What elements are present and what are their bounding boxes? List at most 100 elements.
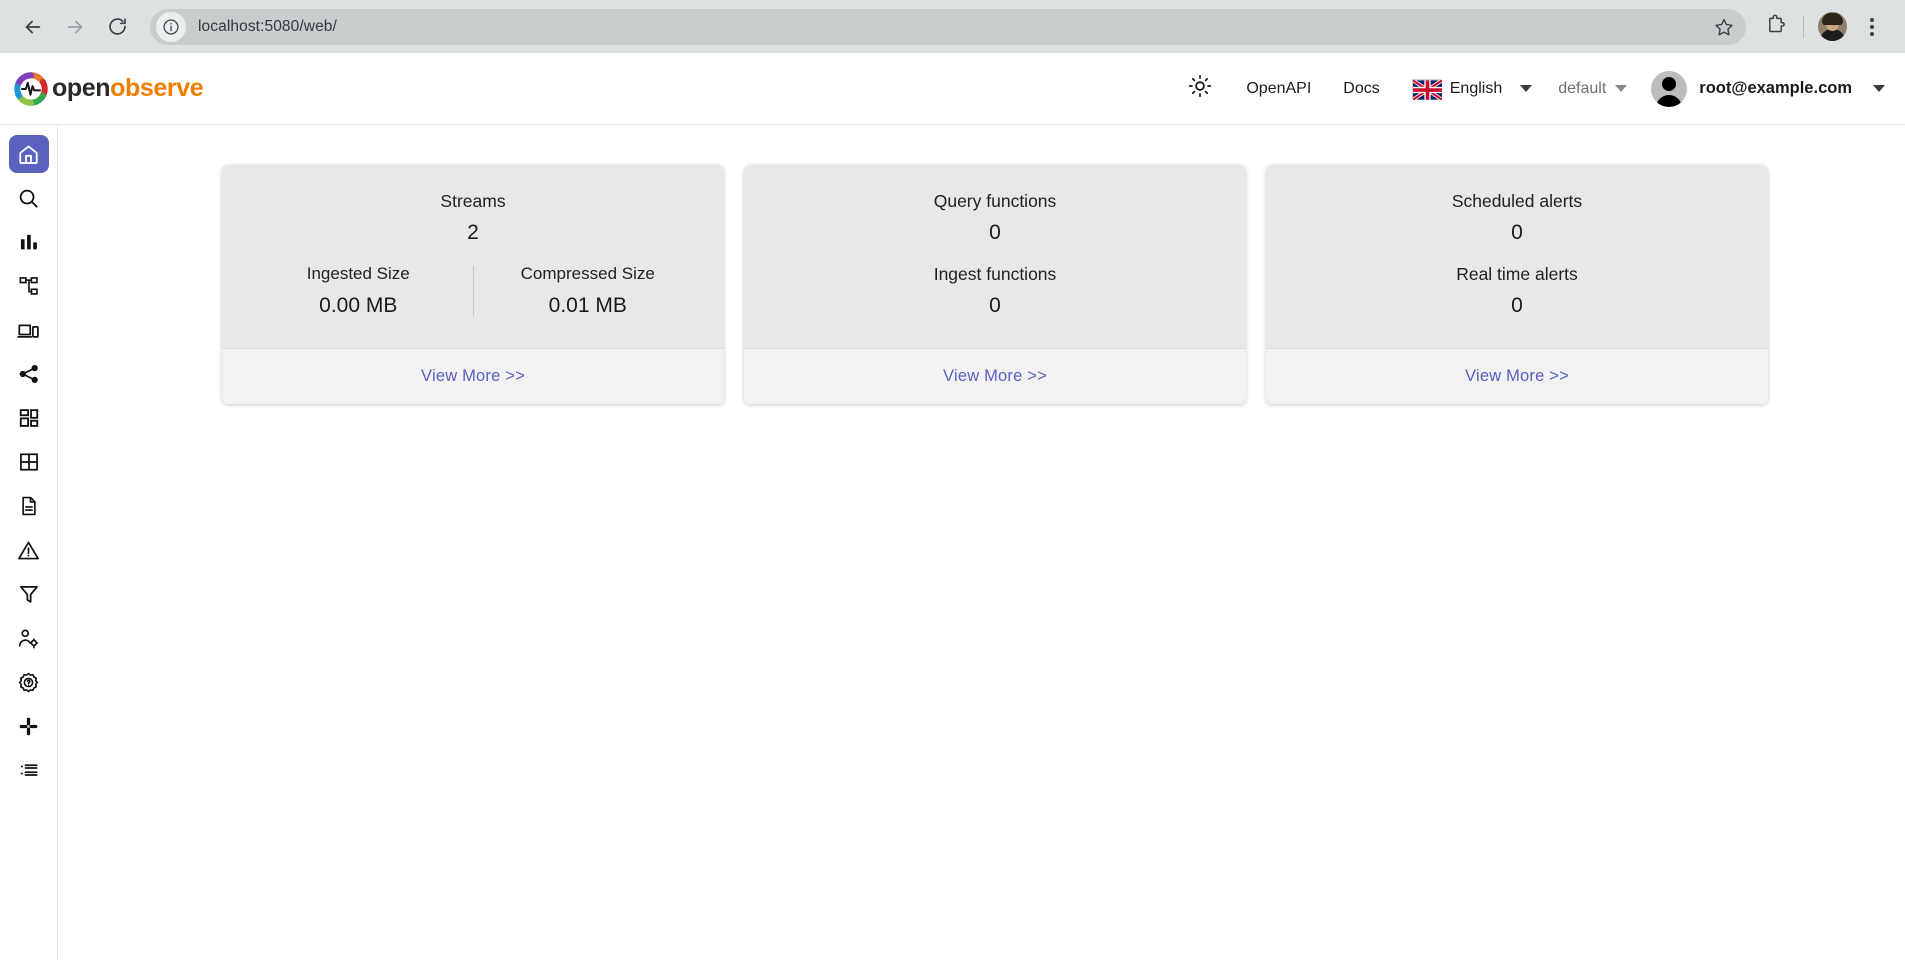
sidebar-item-about[interactable] bbox=[9, 751, 49, 789]
reload-icon bbox=[107, 16, 128, 37]
extensions-button[interactable] bbox=[1756, 8, 1794, 46]
streams-card: Streams 2 Ingested Size 0.00 MB Compress… bbox=[222, 165, 724, 404]
openobserve-logo-icon bbox=[12, 70, 50, 108]
ingested-size-block: Ingested Size 0.00 MB bbox=[244, 264, 473, 318]
theme-toggle-button[interactable] bbox=[1170, 66, 1230, 112]
sidebar bbox=[0, 125, 58, 959]
devices-icon bbox=[17, 319, 40, 342]
site-info-icon[interactable] bbox=[156, 12, 186, 42]
sidebar-item-iam[interactable] bbox=[9, 619, 49, 657]
avatar bbox=[1651, 71, 1687, 107]
card-title: Query functions bbox=[766, 191, 1224, 212]
language-label: English bbox=[1450, 80, 1502, 98]
openapi-link[interactable]: OpenAPI bbox=[1230, 66, 1327, 112]
bar-chart-icon bbox=[18, 231, 40, 253]
compressed-size-value: 0.01 MB bbox=[474, 294, 703, 318]
user-menu[interactable]: root@example.com bbox=[1633, 71, 1885, 107]
sidebar-item-traces[interactable] bbox=[9, 267, 49, 305]
sidebar-item-streams[interactable] bbox=[9, 443, 49, 481]
sun-icon bbox=[1188, 74, 1212, 103]
document-icon bbox=[18, 495, 40, 517]
user-settings-icon bbox=[17, 627, 40, 650]
forward-arrow-icon bbox=[64, 16, 86, 38]
card-metric: 2 bbox=[244, 221, 702, 245]
header-actions: OpenAPI Docs English default bbox=[1170, 66, 1885, 112]
back-arrow-icon bbox=[22, 16, 44, 38]
ingest-functions-label: Ingest functions bbox=[766, 264, 1224, 285]
ingested-size-label: Ingested Size bbox=[244, 264, 473, 284]
view-more-link[interactable]: View More >> bbox=[421, 367, 525, 386]
gear-question-icon bbox=[17, 671, 40, 694]
card-metric: 0 bbox=[766, 221, 1224, 245]
toolbar-divider bbox=[1803, 16, 1804, 38]
search-icon bbox=[17, 187, 40, 210]
sidebar-item-rum[interactable] bbox=[9, 311, 49, 349]
app-body: Streams 2 Ingested Size 0.00 MB Compress… bbox=[0, 125, 1905, 959]
sidebar-item-management[interactable] bbox=[9, 663, 49, 701]
sidebar-item-pipelines[interactable] bbox=[9, 355, 49, 393]
profile-avatar-icon bbox=[1818, 12, 1847, 41]
sidebar-item-home[interactable] bbox=[9, 135, 49, 173]
three-dot-menu-icon bbox=[1870, 18, 1874, 36]
home-icon bbox=[17, 143, 40, 166]
forward-button[interactable] bbox=[56, 8, 94, 46]
card-footer[interactable]: View More >> bbox=[744, 348, 1246, 404]
url-text[interactable]: localhost:5080/web/ bbox=[198, 18, 1706, 36]
card-body: Scheduled alerts 0 Real time alerts 0 bbox=[1266, 165, 1768, 348]
logo-text-open: open bbox=[52, 74, 110, 102]
card-split-row: Ingested Size 0.00 MB Compressed Size 0.… bbox=[244, 264, 702, 318]
card-title: Streams bbox=[244, 191, 702, 212]
logo-text-observe: observe bbox=[110, 74, 203, 102]
ingested-size-value: 0.00 MB bbox=[244, 294, 473, 318]
sidebar-item-alerts[interactable] bbox=[9, 531, 49, 569]
app-header: openobserve OpenAPI Docs bbox=[0, 53, 1905, 125]
view-more-link[interactable]: View More >> bbox=[943, 367, 1047, 386]
sidebar-item-functions[interactable] bbox=[9, 575, 49, 613]
card-body: Streams 2 Ingested Size 0.00 MB Compress… bbox=[222, 165, 724, 348]
uk-flag-icon bbox=[1412, 79, 1441, 99]
puzzle-piece-icon bbox=[1765, 14, 1786, 40]
address-bar[interactable]: localhost:5080/web/ bbox=[150, 9, 1746, 45]
profile-button[interactable] bbox=[1813, 8, 1851, 46]
query-functions-card: Query functions 0 Ingest functions 0 Vie… bbox=[744, 165, 1246, 404]
sidebar-item-metrics[interactable] bbox=[9, 223, 49, 261]
chevron-down-icon bbox=[1873, 85, 1885, 92]
realtime-alerts-value: 0 bbox=[1288, 294, 1746, 318]
app-logo[interactable]: openobserve bbox=[12, 70, 203, 108]
card-title: Scheduled alerts bbox=[1288, 191, 1746, 212]
browser-toolbar: localhost:5080/web/ bbox=[0, 0, 1905, 53]
card-footer[interactable]: View More >> bbox=[222, 348, 724, 404]
docs-link[interactable]: Docs bbox=[1327, 66, 1395, 112]
sidebar-item-dashboards[interactable] bbox=[9, 399, 49, 437]
star-icon[interactable] bbox=[1706, 9, 1742, 45]
dashboard-grid-icon bbox=[18, 407, 40, 429]
slack-icon bbox=[18, 716, 39, 737]
chevron-down-icon bbox=[1520, 85, 1532, 92]
reload-button[interactable] bbox=[98, 8, 136, 46]
list-icon bbox=[18, 759, 40, 781]
sidebar-item-slack[interactable] bbox=[9, 707, 49, 745]
warning-triangle-icon bbox=[17, 539, 40, 562]
funnel-icon bbox=[18, 583, 40, 605]
user-email-label: root@example.com bbox=[1699, 79, 1852, 98]
summary-cards-row: Streams 2 Ingested Size 0.00 MB Compress… bbox=[58, 165, 1905, 404]
compressed-size-label: Compressed Size bbox=[474, 264, 703, 284]
realtime-alerts-label: Real time alerts bbox=[1288, 264, 1746, 285]
sidebar-item-search[interactable] bbox=[9, 179, 49, 217]
card-metric: 0 bbox=[1288, 221, 1746, 245]
chevron-down-icon bbox=[1615, 85, 1627, 92]
alerts-card: Scheduled alerts 0 Real time alerts 0 Vi… bbox=[1266, 165, 1768, 404]
sidebar-item-reports[interactable] bbox=[9, 487, 49, 525]
view-more-link[interactable]: View More >> bbox=[1465, 367, 1569, 386]
organization-label: default bbox=[1558, 80, 1606, 98]
browser-menu-button[interactable] bbox=[1853, 8, 1891, 46]
compressed-size-block: Compressed Size 0.01 MB bbox=[474, 264, 703, 318]
main-content: Streams 2 Ingested Size 0.00 MB Compress… bbox=[58, 125, 1905, 959]
organization-selector[interactable]: default bbox=[1540, 80, 1633, 98]
card-body: Query functions 0 Ingest functions 0 bbox=[744, 165, 1246, 348]
browser-actions bbox=[1756, 8, 1891, 46]
language-selector[interactable]: English bbox=[1396, 79, 1540, 99]
app-logo-text: openobserve bbox=[52, 74, 203, 103]
card-footer[interactable]: View More >> bbox=[1266, 348, 1768, 404]
back-button[interactable] bbox=[14, 8, 52, 46]
